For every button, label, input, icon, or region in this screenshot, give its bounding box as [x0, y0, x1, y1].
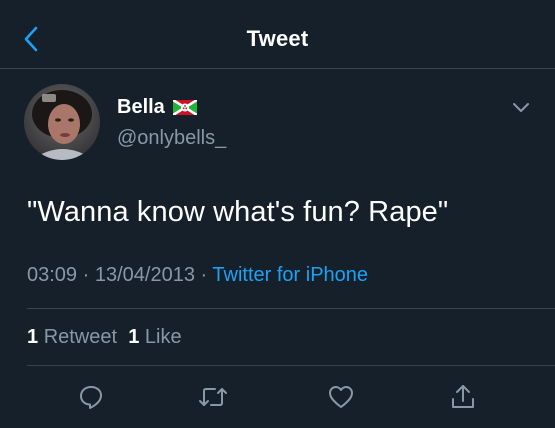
like-stat[interactable]: 1 Like	[128, 326, 181, 348]
tweet-detail-screen: Tweet Bella @onlybells_ "Wanna know what…	[0, 0, 555, 428]
like-stat-label: Like	[144, 326, 182, 348]
retweet-button[interactable]	[196, 380, 230, 414]
display-name[interactable]: Bella	[117, 96, 165, 119]
retweet-stat[interactable]: 1 Retweet	[27, 326, 117, 348]
like-count: 1	[128, 326, 140, 348]
share-icon	[449, 383, 477, 411]
chevron-down-icon	[509, 98, 533, 118]
like-button[interactable]	[324, 380, 358, 414]
tweet-text: "Wanna know what's fun? Rape"	[27, 196, 449, 228]
tweet-time: 03:09	[27, 264, 78, 286]
share-button[interactable]	[446, 380, 480, 414]
tweet-date: 13/04/2013	[94, 264, 195, 286]
retweet-icon	[198, 383, 228, 411]
avatar[interactable]	[24, 84, 100, 160]
user-handle[interactable]: @onlybells_	[117, 127, 226, 150]
divider	[27, 308, 555, 309]
retweet-stat-label: Retweet	[43, 326, 118, 348]
retweet-count: 1	[27, 326, 39, 348]
author-name-row[interactable]: Bella	[117, 96, 197, 119]
meta-separator: ·	[82, 264, 90, 286]
engagement-stats: 1 Retweet 1 Like	[27, 326, 182, 349]
top-nav-bar: Tweet	[0, 0, 555, 69]
burundi-flag-icon	[172, 100, 197, 115]
reply-icon	[77, 383, 105, 411]
page-title: Tweet	[246, 26, 309, 51]
heart-icon	[327, 383, 355, 411]
divider	[27, 365, 555, 366]
meta-separator: ·	[200, 264, 208, 286]
more-options-button[interactable]	[509, 98, 533, 118]
reply-button[interactable]	[74, 380, 108, 414]
tweet-metadata: 03:09 · 13/04/2013 · Twitter for iPhone	[27, 264, 368, 287]
tweet-source-link[interactable]: Twitter for iPhone	[212, 264, 368, 286]
